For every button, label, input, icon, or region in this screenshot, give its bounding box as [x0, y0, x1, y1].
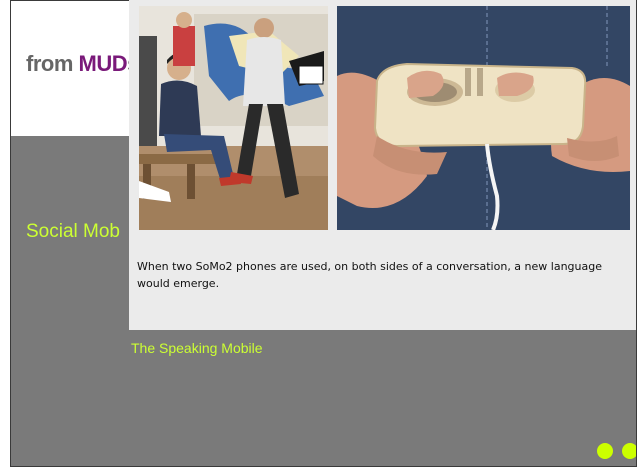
- slide-title: Social Mob: [26, 221, 120, 242]
- image-popup[interactable]: When two SoMo2 phones are used, on both …: [129, 0, 636, 330]
- previous-slide-button[interactable]: [597, 443, 613, 459]
- brand-mud: MUD: [78, 51, 128, 76]
- image-caption: When two SoMo2 phones are used, on both …: [137, 260, 602, 290]
- gallery-photo: [139, 6, 328, 230]
- next-slide-button[interactable]: [622, 443, 636, 459]
- brand-logo: from MUDs: [26, 51, 139, 77]
- brand-prefix: from: [26, 51, 79, 76]
- slide-subtitle: The Speaking Mobile: [131, 340, 263, 356]
- somo2-device-photo: [337, 6, 630, 230]
